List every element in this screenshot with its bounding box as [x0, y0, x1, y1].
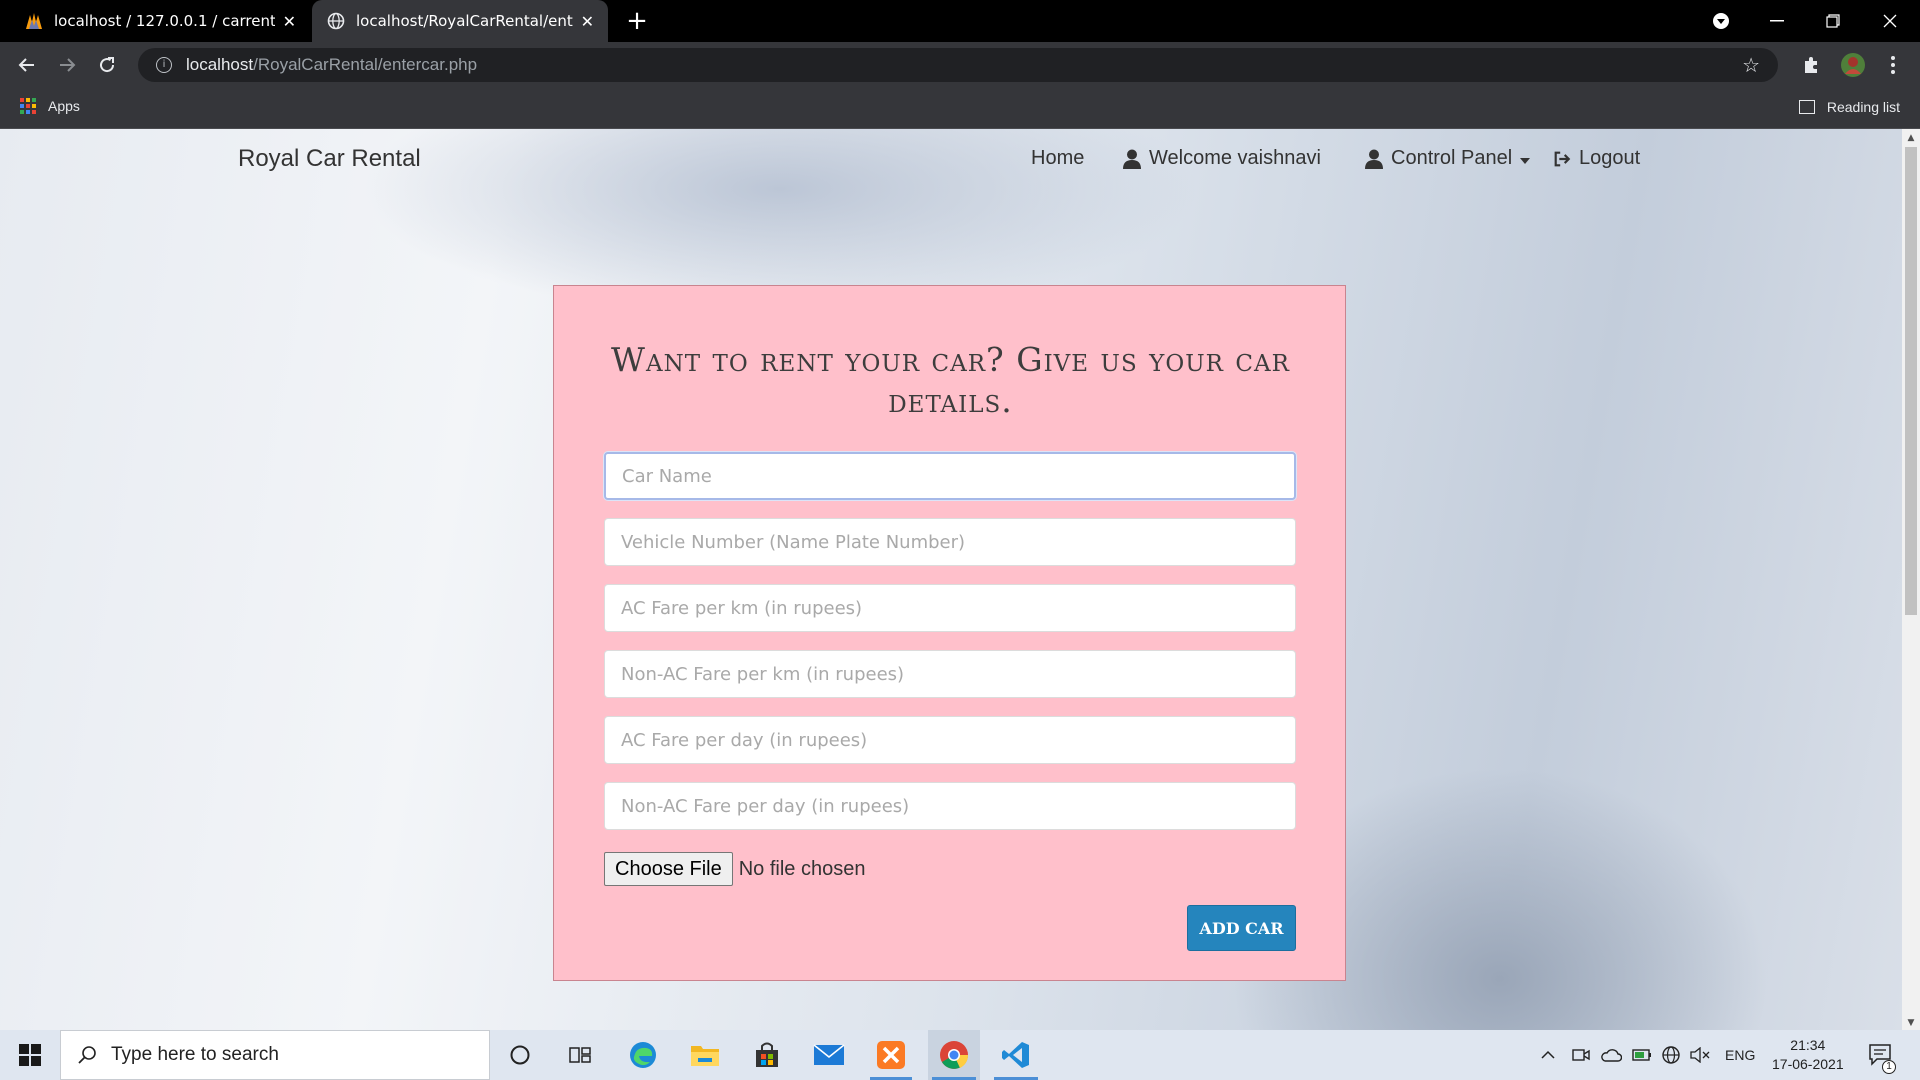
forward-icon[interactable] [52, 50, 82, 80]
file-status: No file chosen [738, 857, 866, 880]
file-explorer-icon[interactable] [680, 1030, 730, 1080]
page-scrollbar[interactable]: ▲ ▼ [1902, 129, 1920, 1030]
nav-home-label: Home [1031, 147, 1085, 169]
bookmarks-bar: Apps Reading list [0, 88, 1920, 129]
tab-entercar[interactable]: localhost/RoyalCarRental/enterca ✕ [312, 0, 608, 42]
bookmark-star-icon[interactable]: ☆ [1742, 53, 1760, 77]
reading-list-label: Reading list [1826, 99, 1900, 115]
nav-control-panel[interactable]: Control Panel [1365, 147, 1531, 170]
back-icon[interactable] [12, 50, 42, 80]
address-toolbar: i localhost/RoyalCarRental/entercar.php … [0, 42, 1920, 88]
search-placeholder: Type here to search [111, 1044, 279, 1065]
notification-center-icon[interactable]: 1 [1868, 1030, 1896, 1080]
clock-time: 21:34 [1790, 1037, 1826, 1053]
user-icon [1123, 149, 1141, 169]
system-clock[interactable]: 21:34 17-06-2021 [1772, 1036, 1844, 1074]
extensions-icon[interactable] [1796, 50, 1826, 80]
avatar[interactable] [1838, 50, 1868, 80]
nav-control-panel-label: Control Panel [1391, 147, 1513, 169]
edge-browser-icon[interactable] [618, 1030, 668, 1080]
car-name-input[interactable] [604, 452, 1296, 500]
add-car-button[interactable]: ADD CAR [1187, 905, 1296, 951]
mail-icon[interactable] [804, 1030, 854, 1080]
non-ac-fare-per-day-input[interactable] [604, 782, 1296, 830]
scroll-down-icon[interactable]: ▼ [1902, 1018, 1920, 1028]
car-image-file-input: Choose File No file chosen [604, 852, 865, 886]
nav-welcome-label: Welcome vaishnavi [1149, 147, 1321, 169]
clock-date: 17-06-2021 [1772, 1056, 1844, 1072]
caret-down-icon [1520, 147, 1531, 170]
xampp-icon[interactable] [866, 1030, 916, 1080]
nav-welcome[interactable]: Welcome vaishnavi [1123, 147, 1321, 170]
reading-list-icon [1798, 100, 1815, 114]
minimize-icon[interactable] [1770, 0, 1784, 42]
task-view-icon[interactable] [558, 1030, 602, 1080]
form-heading: Want to rent your car? Give us your car … [611, 340, 1290, 420]
ac-fare-per-km-input[interactable] [604, 584, 1296, 632]
site-brand[interactable]: Royal Car Rental [238, 145, 421, 173]
non-ac-fare-per-km-input[interactable] [604, 650, 1296, 698]
close-tab-icon[interactable]: ✕ [581, 12, 594, 31]
tab-title: localhost / 127.0.0.1 / carrental | p [54, 12, 275, 30]
apps-grid-icon [20, 98, 36, 114]
search-icon [77, 1045, 97, 1065]
page-content: Royal Car Rental Home Welcome vaishnavi … [0, 129, 1902, 1030]
store-icon[interactable] [742, 1030, 792, 1080]
browser-menu-icon[interactable] [1878, 50, 1908, 80]
globe-icon [326, 11, 346, 31]
windows-start-icon[interactable] [0, 1030, 60, 1080]
cortana-icon[interactable] [498, 1030, 542, 1080]
new-tab-icon[interactable]: + [622, 6, 652, 36]
phpmyadmin-icon [24, 11, 44, 31]
chrome-icon[interactable] [928, 1030, 980, 1080]
meet-now-icon[interactable] [1572, 1030, 1590, 1080]
nav-logout[interactable]: Logout [1553, 147, 1640, 170]
choose-file-button[interactable]: Choose File [604, 852, 733, 886]
apps-label: Apps [48, 98, 80, 114]
enter-car-form: Want to rent your car? Give us your car … [553, 285, 1346, 981]
user-icon [1365, 149, 1383, 169]
apps-shortcut[interactable]: Apps [20, 98, 80, 114]
nav-logout-label: Logout [1579, 147, 1641, 169]
volume-muted-icon[interactable] [1690, 1030, 1710, 1080]
restore-icon[interactable] [1826, 0, 1840, 42]
profile-sync-icon[interactable] [1712, 0, 1730, 42]
ac-fare-per-day-input[interactable] [604, 716, 1296, 764]
onedrive-icon[interactable] [1600, 1030, 1622, 1080]
network-globe-icon[interactable] [1661, 1030, 1681, 1080]
reload-icon[interactable] [92, 50, 122, 80]
tab-title: localhost/RoyalCarRental/enterca [356, 12, 573, 30]
windows-taskbar: Type here to search ENG 21:34 17-06-2021… [0, 1030, 1920, 1080]
show-hidden-icons-icon[interactable] [1541, 1030, 1555, 1080]
close-window-icon[interactable] [1883, 0, 1897, 42]
vehicle-number-input[interactable] [604, 518, 1296, 566]
input-language[interactable]: ENG [1725, 1030, 1755, 1080]
site-info-icon[interactable]: i [156, 57, 172, 73]
taskbar-search-box[interactable]: Type here to search [60, 1030, 490, 1080]
url-bar[interactable]: i localhost/RoyalCarRental/entercar.php … [138, 48, 1778, 82]
scrollbar-thumb[interactable] [1905, 147, 1917, 615]
battery-icon[interactable] [1632, 1030, 1652, 1080]
reading-list-button[interactable]: Reading list [1798, 99, 1900, 115]
nav-home[interactable]: Home [1031, 147, 1084, 170]
scroll-up-icon[interactable]: ▲ [1902, 133, 1920, 143]
browser-tab-strip: localhost / 127.0.0.1 / carrental | p ✕ … [0, 0, 1920, 42]
vscode-icon[interactable] [990, 1030, 1042, 1080]
tab-phpmyadmin[interactable]: localhost / 127.0.0.1 / carrental | p ✕ [10, 0, 310, 42]
logout-icon [1553, 149, 1571, 169]
notification-count-badge: 1 [1882, 1060, 1896, 1074]
url-text: localhost/RoyalCarRental/entercar.php [186, 55, 478, 74]
close-tab-icon[interactable]: ✕ [283, 12, 296, 31]
